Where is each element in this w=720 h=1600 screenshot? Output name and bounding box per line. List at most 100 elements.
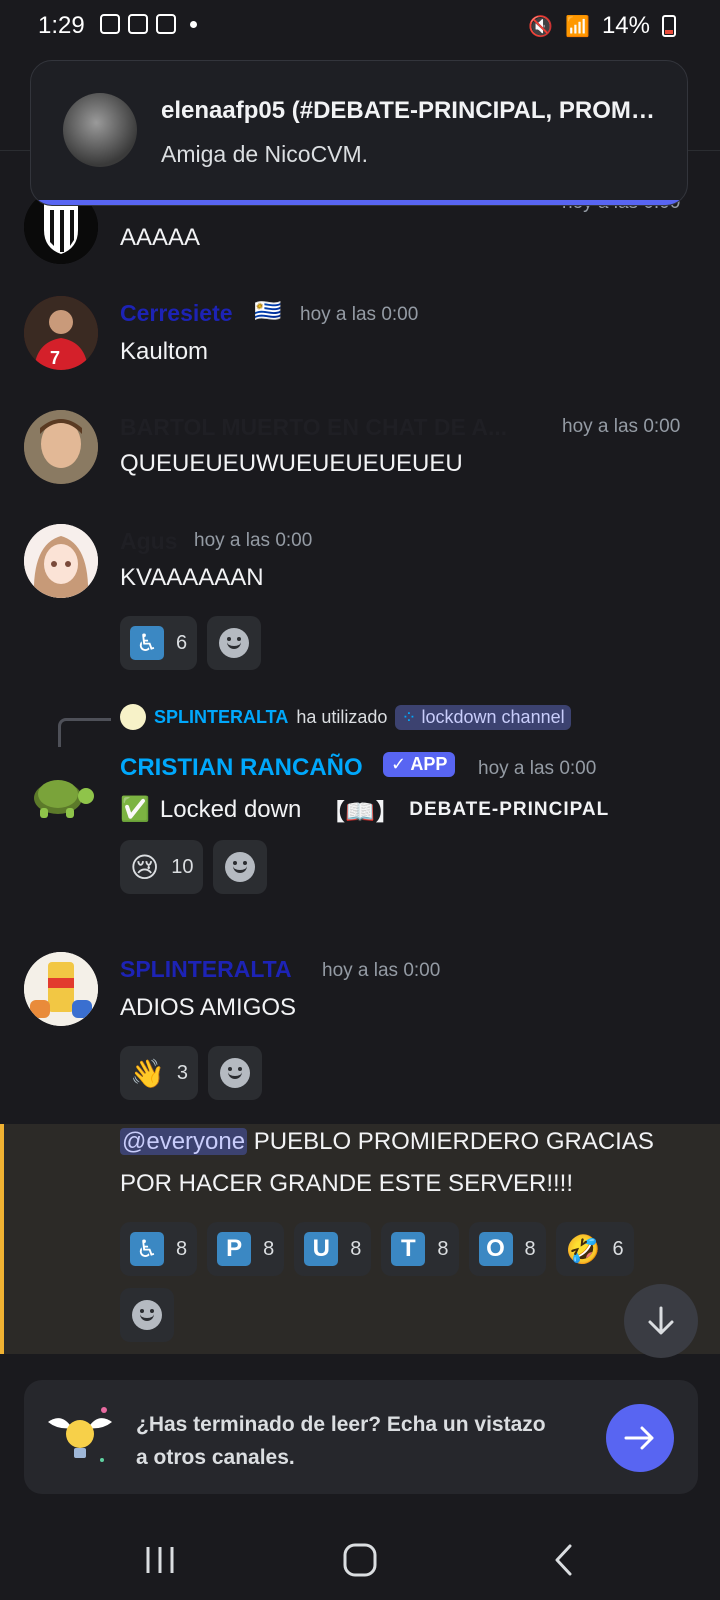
command-user[interactable]: SPLINTERALTA xyxy=(154,707,288,728)
finished-reading-text: ¿Has terminado de leer? Echa un vistazo … xyxy=(136,1413,546,1469)
add-reaction-icon xyxy=(225,852,256,882)
next-channel-button[interactable] xyxy=(606,1404,674,1472)
turtle-icon xyxy=(34,780,94,818)
notification-popup[interactable]: elenaafp05 (#DEBATE-PRINCIPAL, PROM… Ami… xyxy=(30,60,688,206)
reaction-count: 10 xyxy=(171,855,194,878)
notification-body: Amiga de NicoCVM. xyxy=(161,141,369,167)
username[interactable]: CRISTIAN RANCAÑO xyxy=(120,754,363,782)
username[interactable]: Cerresiete xyxy=(120,300,233,327)
arrow-right-icon xyxy=(624,1426,654,1450)
reaction-row: ♿ 8 P 8 U 8 T 8 O 8 🤣 6 xyxy=(120,1222,634,1276)
jump-to-bottom-button[interactable] xyxy=(624,1284,698,1358)
rofl-face-icon: 🤣 xyxy=(565,1233,601,1265)
command-user-avatar[interactable] xyxy=(120,704,146,730)
message-line-1: @everyone PUEBLO PROMIERDERO GRACIAS xyxy=(120,1128,654,1156)
message-content: ✅ Locked down 【📖】 DEBATE-PRINCIPAL xyxy=(120,792,609,827)
reaction-letter-p[interactable]: P 8 xyxy=(207,1222,285,1276)
notification-icons xyxy=(100,14,197,34)
message-text: ADIOS AMIGOS xyxy=(120,994,297,1021)
message-time: hoy a las 0:00 xyxy=(300,304,419,325)
reaction-wheelchair[interactable]: ♿ 8 xyxy=(120,1222,198,1276)
svg-text:7: 7 xyxy=(50,348,60,368)
avatar[interactable] xyxy=(24,754,98,828)
add-reaction-icon xyxy=(219,628,250,658)
letter-p-icon: P xyxy=(217,1232,252,1266)
reaction-count: 6 xyxy=(176,631,188,654)
waving-hand-icon: 👋 xyxy=(130,1057,165,1089)
wifi-icon: 📶 xyxy=(565,15,590,38)
message-text: PUEBLO PROMIERDERO GRACIAS xyxy=(253,1128,654,1155)
book-icon: 【📖】 xyxy=(321,799,400,826)
back-button[interactable] xyxy=(534,1540,594,1580)
add-reaction-button[interactable] xyxy=(213,840,268,894)
letter-u-icon: U xyxy=(304,1232,339,1266)
reaction-rofl[interactable]: 🤣 6 xyxy=(555,1222,634,1276)
username[interactable]: Agus xyxy=(120,528,178,555)
reaction-letter-o[interactable]: O 8 xyxy=(468,1222,546,1276)
everyone-mention[interactable]: @everyone xyxy=(120,1128,248,1155)
reaction-count: 8 xyxy=(524,1237,536,1260)
status-bar: 1:29 🔇 📶 14% xyxy=(0,0,720,58)
uruguay-flag-icon: 🇺🇾 xyxy=(254,298,282,323)
letter-o-icon: O xyxy=(478,1232,513,1266)
reaction-count: 6 xyxy=(612,1237,624,1260)
notification-progress xyxy=(31,200,687,205)
message-time: hoy a las 0:00 xyxy=(562,416,681,437)
wheelchair-icon: ♿ xyxy=(130,1232,164,1266)
reaction-row: ♿ 6 xyxy=(120,616,262,670)
reaction-wave[interactable]: 👋 3 xyxy=(120,1046,198,1100)
message-time: hoy a las 0:00 xyxy=(478,758,597,779)
reaction-count: 8 xyxy=(263,1237,275,1260)
avatar[interactable] xyxy=(24,952,98,1026)
message-text: KVAAAAAAN xyxy=(120,564,264,591)
battery-icon xyxy=(662,15,676,37)
reaction-count: 8 xyxy=(350,1237,362,1260)
message-time: hoy a las 0:00 xyxy=(194,530,313,551)
recent-apps-icon xyxy=(146,1547,174,1573)
add-reaction-button[interactable] xyxy=(207,616,262,670)
system-nav-bar xyxy=(0,1520,720,1600)
reaction-count: 3 xyxy=(176,1061,188,1084)
username[interactable]: SPLINTERALTA xyxy=(120,956,292,983)
mute-icon: 🔇 xyxy=(528,15,554,38)
home-button[interactable] xyxy=(330,1540,390,1580)
letter-t-icon: T xyxy=(391,1232,426,1266)
reaction-letter-u[interactable]: U 8 xyxy=(294,1222,372,1276)
reaction-row: 👋 3 xyxy=(120,1046,262,1100)
reaction-count: 8 xyxy=(437,1237,449,1260)
app-badge: ✓ APP xyxy=(383,752,456,777)
avatar[interactable] xyxy=(24,524,98,598)
anime-avatar-icon xyxy=(24,524,98,598)
avatar[interactable] xyxy=(24,410,98,484)
add-reaction-icon xyxy=(220,1058,250,1088)
channel-link[interactable]: DEBATE-PRINCIPAL xyxy=(409,799,609,821)
more-notifications-icon xyxy=(190,20,197,28)
twitch-icon xyxy=(156,14,176,34)
reaction-crying[interactable]: 😢 10 xyxy=(120,840,204,894)
add-reaction-button[interactable] xyxy=(120,1288,174,1342)
battery-percent: 14% xyxy=(601,12,650,39)
reaction-row: 😢 10 xyxy=(120,840,268,894)
avatar[interactable]: 7 xyxy=(24,296,98,370)
command-verb: ha utilizado xyxy=(296,706,388,727)
reaction-wheelchair[interactable]: ♿ 6 xyxy=(120,616,198,670)
recent-apps-button[interactable] xyxy=(130,1540,190,1580)
crying-face-icon: 😢 xyxy=(130,851,160,883)
winged-lightbulb-icon xyxy=(48,1407,112,1462)
add-reaction-button[interactable] xyxy=(208,1046,262,1100)
person-avatar-icon xyxy=(24,410,98,484)
reaction-letter-t[interactable]: T 8 xyxy=(381,1222,459,1276)
camera-icon xyxy=(128,14,148,34)
finished-reading-card[interactable]: ¿Has terminado de leer? Echa un vistazo … xyxy=(24,1380,698,1494)
command-icon: ⁘ xyxy=(401,706,422,727)
reaction-row-2 xyxy=(120,1288,174,1342)
notification-title: elenaafp05 (#DEBATE-PRINCIPAL, PROM… xyxy=(161,97,655,124)
command-name: lockdown channel xyxy=(421,706,565,727)
message-text: QUEUEUEUWUEUEUEUEUEU xyxy=(120,450,463,477)
command-pill[interactable]: ⁘ lockdown channel xyxy=(395,704,571,730)
message-text: POR HACER GRANDE ESTE SERVER!!!! xyxy=(120,1170,573,1197)
username[interactable]: BARTOL MUERTO EN CHAT DE A... xyxy=(120,414,540,441)
back-icon xyxy=(555,1544,572,1576)
home-icon xyxy=(343,1543,377,1577)
reply-connector xyxy=(58,718,111,747)
